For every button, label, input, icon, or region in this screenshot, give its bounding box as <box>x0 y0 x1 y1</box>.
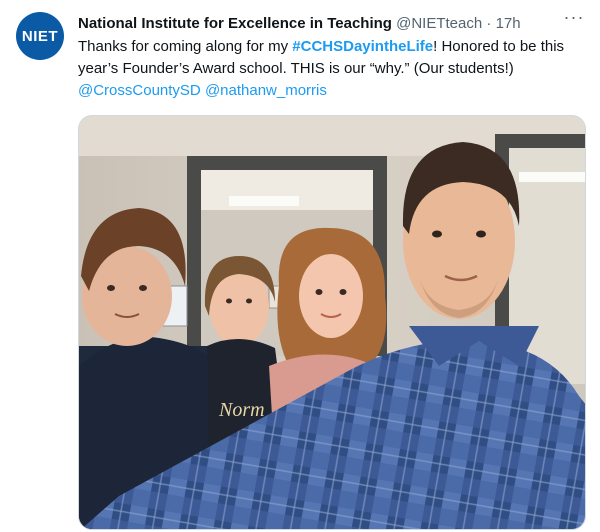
more-horizontal-icon: ··· <box>563 7 585 27</box>
author-name[interactable]: National Institute for Excellence in Tea… <box>78 15 392 32</box>
tweet-photo[interactable]: Norm <box>78 115 586 530</box>
avatar-logo-text: NIET <box>21 27 59 45</box>
more-options-button[interactable]: ··· <box>562 7 586 30</box>
hashtag-link[interactable]: #CCHSDayintheLife <box>292 38 433 55</box>
tweet-text: Thanks for coming along for my #CCHSDayi… <box>78 36 578 102</box>
avatar[interactable]: NIET <box>16 12 64 60</box>
tweet-text-intro: Thanks for coming along for my <box>78 38 293 55</box>
tweet[interactable]: NIET National Institute for Excellence i… <box>0 0 600 532</box>
mention-crosscountysd[interactable]: @CrossCountySD <box>78 82 201 99</box>
timestamp[interactable]: 17h <box>496 15 521 32</box>
tweet-header: National Institute for Excellence in Tea… <box>78 14 560 34</box>
separator-dot: · <box>486 15 492 32</box>
author-handle[interactable]: @NIETteach <box>396 15 482 32</box>
shirt-text: Norm <box>218 399 265 421</box>
mention-nathanw-morris[interactable]: @nathanw_morris <box>205 82 327 99</box>
selfie-photo: Norm <box>79 116 585 529</box>
